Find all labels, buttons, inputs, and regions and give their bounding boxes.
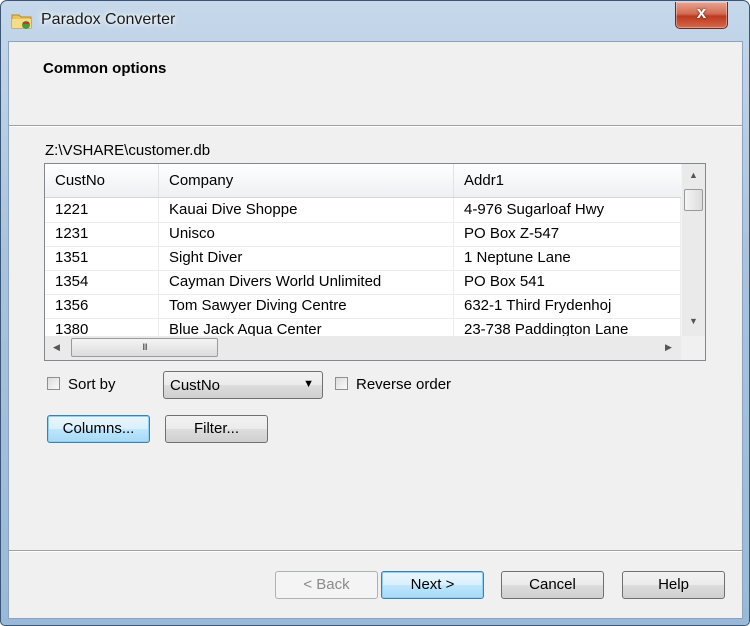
cell-company: Kauai Dive Shoppe bbox=[159, 198, 454, 222]
cell-custno: 1380 bbox=[45, 318, 159, 336]
wizard-client-area: Common options Z:\VSHARE\customer.db Cus… bbox=[8, 41, 743, 619]
cell-company: Unisco bbox=[159, 222, 454, 246]
table-row[interactable]: 1354 Cayman Divers World Unlimited PO Bo… bbox=[45, 270, 681, 295]
close-icon: x bbox=[696, 3, 707, 22]
help-button[interactable]: Help bbox=[622, 571, 725, 599]
reverse-order-checkbox[interactable] bbox=[335, 377, 348, 390]
column-header-company[interactable]: Company bbox=[159, 164, 454, 197]
column-header-custno[interactable]: CustNo bbox=[45, 164, 159, 197]
cell-addr1: PO Box 541 bbox=[454, 270, 681, 294]
wizard-header: Common options bbox=[9, 42, 742, 125]
cell-custno: 1231 bbox=[45, 222, 159, 246]
vertical-scroll-thumb[interactable] bbox=[684, 189, 703, 211]
cell-addr1: 632-1 Third Frydenhoj bbox=[454, 294, 681, 318]
close-button[interactable]: x bbox=[675, 2, 728, 29]
header-divider bbox=[9, 125, 742, 127]
title-bar[interactable]: Paradox Converter x bbox=[1, 1, 749, 41]
table-row[interactable]: 1351 Sight Diver 1 Neptune Lane bbox=[45, 246, 681, 271]
next-button[interactable]: Next > bbox=[381, 571, 484, 599]
vertical-scrollbar[interactable]: ▲ ▼ bbox=[681, 164, 705, 336]
cell-custno: 1221 bbox=[45, 198, 159, 222]
horizontal-scroll-thumb[interactable]: III bbox=[71, 338, 218, 357]
folder-database-icon bbox=[11, 14, 32, 29]
data-grid[interactable]: CustNo Company Addr1 1221 Kauai Dive Sho… bbox=[44, 163, 706, 361]
footer-divider bbox=[9, 550, 742, 552]
chevron-down-icon: ▼ bbox=[303, 378, 314, 390]
sort-field-dropdown[interactable]: CustNo ▼ bbox=[163, 371, 323, 399]
cell-custno: 1356 bbox=[45, 294, 159, 318]
window-title: Paradox Converter bbox=[41, 11, 176, 28]
paradox-converter-window: Paradox Converter x Common options Z:\VS… bbox=[0, 0, 750, 626]
table-row[interactable]: 1356 Tom Sawyer Diving Centre 632-1 Thir… bbox=[45, 294, 681, 319]
column-header-addr1[interactable]: Addr1 bbox=[454, 164, 681, 197]
back-button[interactable]: < Back bbox=[275, 571, 378, 599]
cell-addr1: 1 Neptune Lane bbox=[454, 246, 681, 270]
horizontal-scrollbar[interactable]: ◀ III ▶ bbox=[45, 336, 681, 360]
cell-company: Cayman Divers World Unlimited bbox=[159, 270, 454, 294]
cell-company: Tom Sawyer Diving Centre bbox=[159, 294, 454, 318]
table-row[interactable]: 1380 Blue Jack Aqua Center 23-738 Paddin… bbox=[45, 318, 681, 337]
cell-addr1: 4-976 Sugarloaf Hwy bbox=[454, 198, 681, 222]
scroll-down-arrow-icon[interactable]: ▼ bbox=[689, 316, 698, 326]
cell-addr1: 23-738 Paddington Lane bbox=[454, 318, 681, 336]
grid-header: CustNo Company Addr1 bbox=[45, 164, 681, 198]
cell-addr1: PO Box Z-547 bbox=[454, 222, 681, 246]
cell-custno: 1351 bbox=[45, 246, 159, 270]
filter-button[interactable]: Filter... bbox=[165, 415, 268, 443]
cancel-button[interactable]: Cancel bbox=[501, 571, 604, 599]
scroll-up-arrow-icon[interactable]: ▲ bbox=[689, 170, 698, 180]
table-row[interactable]: 1221 Kauai Dive Shoppe 4-976 Sugarloaf H… bbox=[45, 198, 681, 223]
file-path-label: Z:\VSHARE\customer.db bbox=[45, 142, 211, 159]
columns-button[interactable]: Columns... bbox=[47, 415, 150, 443]
cell-custno: 1354 bbox=[45, 270, 159, 294]
table-row[interactable]: 1231 Unisco PO Box Z-547 bbox=[45, 222, 681, 247]
scroll-left-arrow-icon[interactable]: ◀ bbox=[53, 342, 60, 353]
scrollbar-corner bbox=[681, 336, 705, 360]
cell-company: Sight Diver bbox=[159, 246, 454, 270]
sort-field-value: CustNo bbox=[170, 377, 221, 394]
sort-by-checkbox[interactable] bbox=[47, 377, 60, 390]
sort-by-label[interactable]: Sort by bbox=[68, 376, 116, 393]
cell-company: Blue Jack Aqua Center bbox=[159, 318, 454, 336]
page-title: Common options bbox=[43, 60, 167, 77]
scroll-right-arrow-icon[interactable]: ▶ bbox=[665, 342, 672, 353]
reverse-order-label[interactable]: Reverse order bbox=[356, 376, 451, 393]
